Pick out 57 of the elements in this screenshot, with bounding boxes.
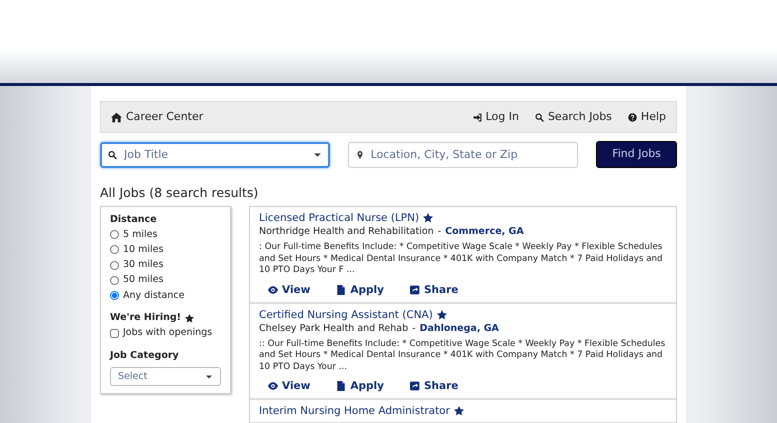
view-icon [268,284,278,294]
checkbox[interactable] [110,328,119,338]
help-icon [628,112,637,122]
company-name: Northridge Health and Rehabilitation [259,224,434,239]
job-title-link[interactable]: Certified Nursing Assistant (CNA) [259,308,433,322]
filter-heading: Job Category [110,349,180,364]
pin-icon [356,150,364,158]
separator: - [412,322,416,336]
apply-link[interactable]: Apply [327,282,393,298]
nav-link[interactable]: Log In [472,108,519,126]
find-jobs-button[interactable]: Find Jobs [596,141,677,168]
view-icon [268,381,278,392]
job-title-link[interactable]: Licensed Practical Nurse (LPN) [259,210,420,225]
radio-button[interactable] [110,230,119,240]
view-link[interactable]: View [259,282,320,298]
job-summary: :: Our Full-time Benefits Include: * Competitive Wage Scale * Weekly Pay * Flexible Schedules and Set Hours * Medical Dental Insurance * 401K with Company Match * 7 Paid Holidays and 10 PTO Days Your ... [259,338,666,374]
location-link[interactable]: Commerce, GA [445,224,524,239]
view-link[interactable]: View [259,378,320,394]
nav-link[interactable]: Help [628,108,666,126]
share-icon [410,381,420,392]
radio-button[interactable] [110,291,119,300]
category-select[interactable]: Select [110,367,221,386]
search-icon [108,150,117,159]
filter-heading: Distance [110,212,158,227]
login-icon [472,112,482,122]
share-icon [410,284,420,294]
share-link[interactable]: Share [400,282,468,298]
brand-link[interactable]: Career Center [111,108,204,126]
document-icon [336,381,346,392]
job-summary: : Our Full-time Benefits Include: * Competitive Wage Scale * Weekly Pay * Flexible Schedules and Set Hours * Medical Dental Insurance * 401K with Company Match * 7 Paid Holidays and 10 PTO Days Your F ... [259,242,664,276]
job-title-link[interactable]: Interim Nursing Home Administrator [259,404,450,418]
radio-button[interactable] [110,245,119,254]
nav-link[interactable]: Search Jobs [534,108,612,126]
document-icon [336,284,346,294]
location-field[interactable]: Location, City, State or Zip [348,142,578,168]
filter-heading: We're Hiring! [110,311,181,326]
home-icon [111,112,122,122]
option-label: 5 miles [123,228,158,242]
radio-button[interactable] [110,260,119,270]
option-label: 50 miles [123,273,164,288]
option-label: Jobs with openings [123,326,212,340]
option-label: Any distance [123,288,184,303]
location-link[interactable]: Dahlonega, GA [420,322,499,336]
search-icon [534,112,544,122]
star-icon [454,406,464,416]
option-label: 30 miles [123,258,164,272]
apply-link[interactable]: Apply [327,378,393,394]
option-label: 10 miles [123,242,164,257]
star-icon [423,212,434,223]
radio-button[interactable] [110,276,119,286]
caret-icon [205,372,213,381]
star-icon [184,314,194,324]
share-link[interactable]: Share [400,378,468,394]
results-heading: All Jobs (8 search results) [100,184,260,202]
company-name: Chelsey Park Health and Rehab [259,322,408,336]
star-icon [436,310,447,320]
separator: - [438,224,442,239]
